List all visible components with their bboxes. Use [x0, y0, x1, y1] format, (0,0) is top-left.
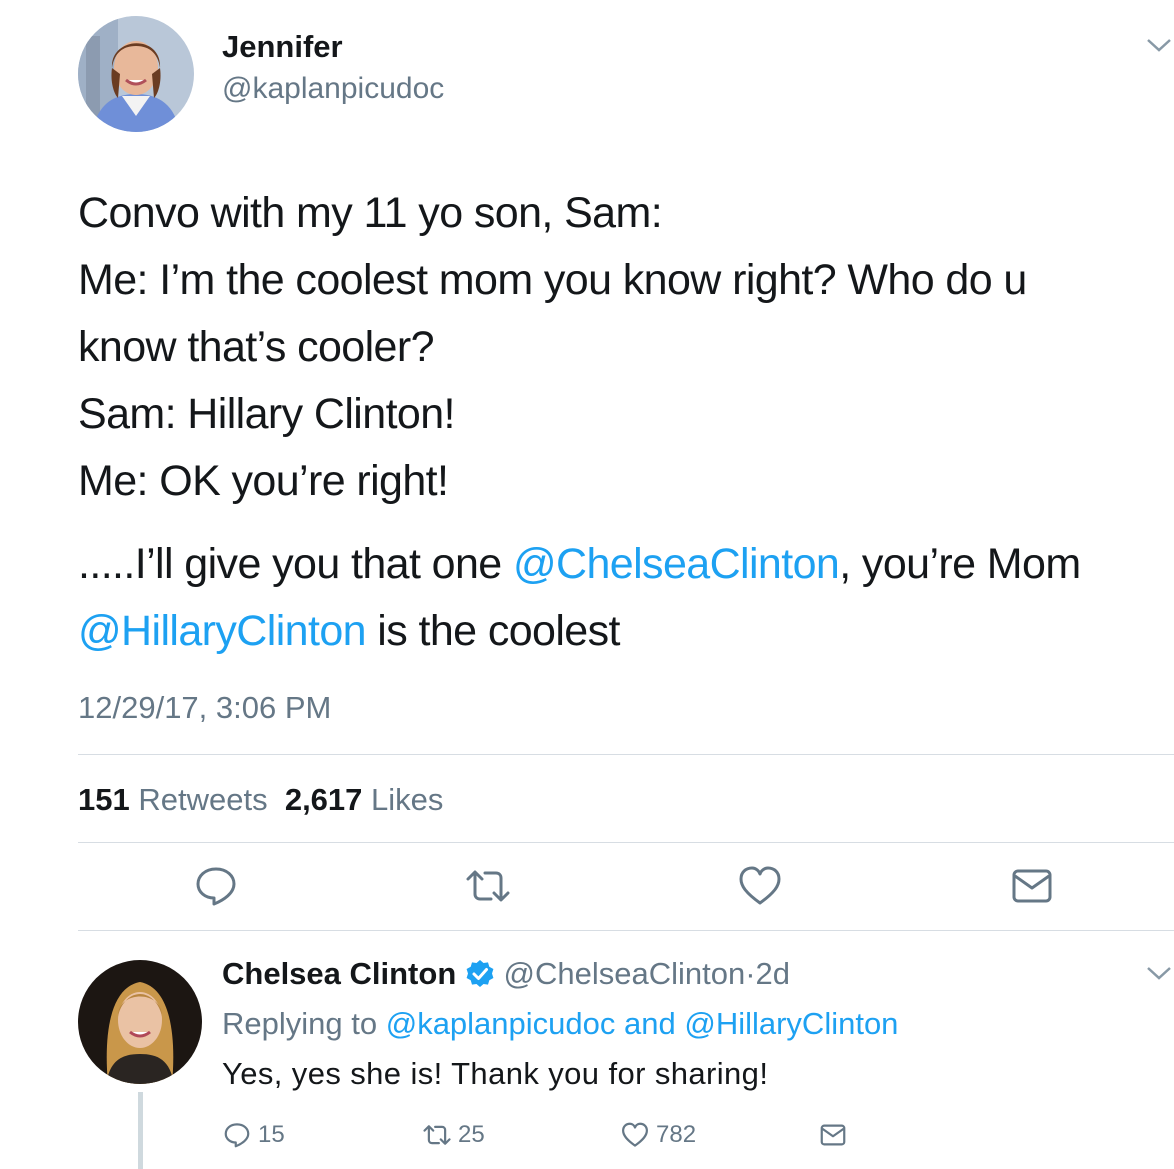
- tweet-text-line: @HillaryClinton is the coolest: [78, 598, 1158, 665]
- like-count: 782: [656, 1121, 697, 1148]
- dm-action[interactable]: [818, 1120, 854, 1150]
- like-action[interactable]: 782: [620, 1120, 696, 1150]
- divider: [78, 930, 1174, 931]
- replying-prefix: Replying to: [222, 1006, 386, 1041]
- tweet-text-line: know that’s cooler?: [78, 323, 435, 371]
- retweets-count[interactable]: 151: [78, 782, 130, 817]
- retweet-icon: [423, 1125, 451, 1145]
- reply-age[interactable]: 2d: [756, 956, 790, 991]
- replying-and: and: [615, 1006, 685, 1041]
- thread-connector-line: [138, 1092, 143, 1169]
- reply-action[interactable]: 15: [222, 1120, 285, 1150]
- reply-bubble-icon[interactable]: [192, 862, 240, 910]
- chevron-down-icon[interactable]: [1144, 962, 1174, 986]
- divider: [78, 842, 1174, 843]
- mention-link[interactable]: @kaplanpicudoc: [386, 1006, 616, 1041]
- tweet-text-line: .....I’ll give you that one @ChelseaClin…: [78, 531, 1158, 598]
- tweet-text: Convo with my 11 yo son, Sam: Me: I’m th…: [78, 180, 1158, 665]
- reply-author-name[interactable]: Chelsea Clinton: [222, 956, 456, 991]
- retweet-icon[interactable]: [464, 862, 512, 910]
- divider: [78, 754, 1174, 755]
- retweet-action[interactable]: 25: [422, 1120, 485, 1150]
- replying-to: Replying to @kaplanpicudoc and @HillaryC…: [222, 1004, 898, 1044]
- tweet-text-segment: .....I’ll give you that one: [78, 540, 513, 588]
- retweets-label[interactable]: Retweets: [138, 782, 267, 817]
- tweet-timestamp[interactable]: 12/29/17, 3:06 PM: [78, 688, 331, 728]
- tweet-text-line: Sam: Hillary Clinton!: [78, 390, 456, 438]
- likes-label[interactable]: Likes: [371, 782, 443, 817]
- reply-bubble-icon: [224, 1123, 250, 1148]
- heart-icon[interactable]: [736, 862, 784, 910]
- mention-link[interactable]: @HillaryClinton: [684, 1006, 898, 1041]
- envelope-icon[interactable]: [1008, 862, 1056, 910]
- verified-badge-icon: [466, 960, 494, 987]
- reply-header: Chelsea Clinton @ChelseaClinton·2d: [222, 954, 790, 994]
- mention-link[interactable]: @HillaryClinton: [78, 607, 367, 655]
- envelope-icon: [820, 1124, 846, 1146]
- tweet-text-line: Me: I’m the coolest mom you know right? …: [78, 256, 1027, 304]
- mention-link[interactable]: @ChelseaClinton: [513, 540, 840, 588]
- reply-author-handle[interactable]: @ChelseaClinton: [504, 956, 746, 991]
- reply-text: Yes, yes she is! Thank you for sharing!: [222, 1056, 769, 1091]
- engagement-stats: 151 Retweets 2,617 Likes: [78, 780, 443, 820]
- likes-count[interactable]: 2,617: [285, 782, 363, 817]
- retweet-count: 25: [458, 1121, 485, 1148]
- author-avatar[interactable]: [78, 16, 194, 132]
- tweet-text-line: Convo with my 11 yo son, Sam:: [78, 189, 663, 237]
- author-handle[interactable]: @kaplanpicudoc: [222, 70, 444, 108]
- author-name[interactable]: Jennifer: [222, 28, 343, 66]
- reply-count: 15: [258, 1121, 285, 1148]
- dot-separator: ·: [745, 956, 756, 991]
- heart-icon: [622, 1122, 648, 1147]
- chevron-down-icon[interactable]: [1144, 34, 1174, 58]
- tweet-text-segment: , you’re Mom: [839, 540, 1081, 588]
- tweet-text-line: Me: OK you’re right!: [78, 457, 449, 505]
- tweet-text-segment: is the coolest: [365, 607, 620, 655]
- reply-author-avatar[interactable]: [78, 960, 202, 1084]
